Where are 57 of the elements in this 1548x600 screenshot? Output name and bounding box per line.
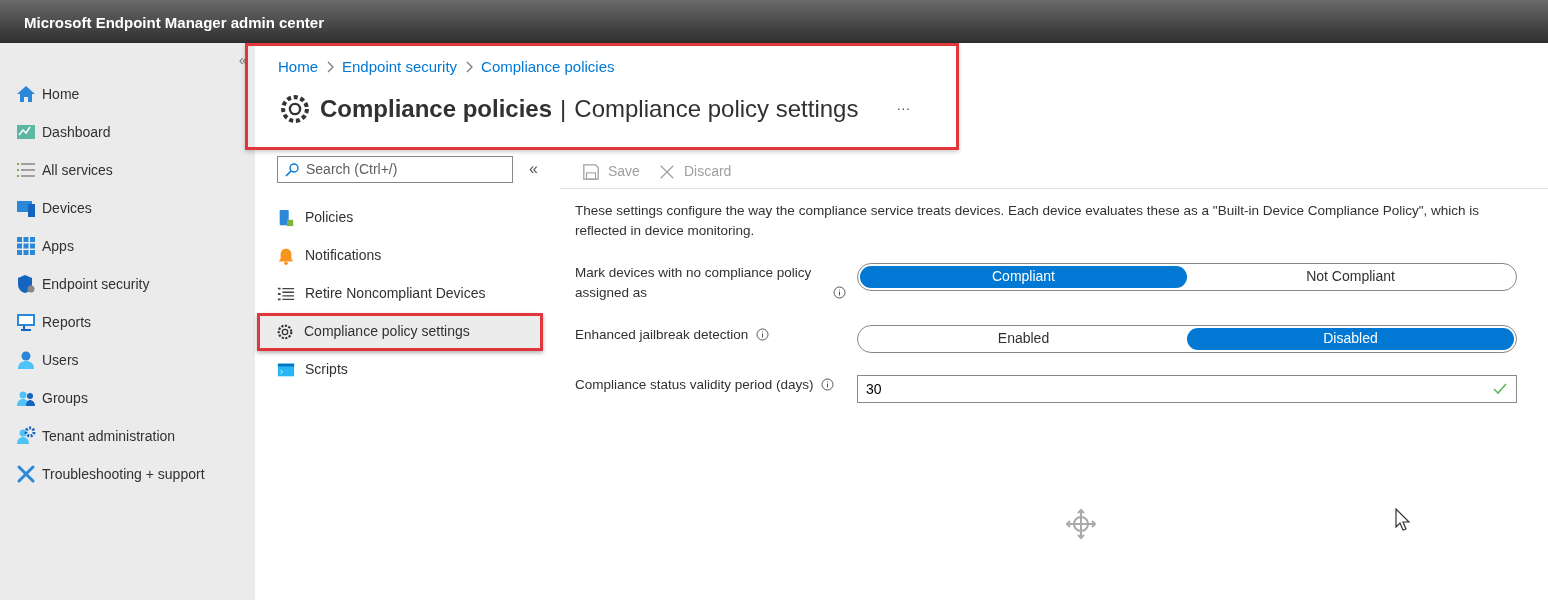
breadcrumb-link[interactable]: Compliance policies	[481, 56, 615, 79]
info-icon	[821, 378, 835, 392]
page-subtitle: Compliance policy settings	[574, 93, 859, 124]
nav-item[interactable]: Users	[16, 341, 255, 379]
user-gear-icon	[16, 426, 36, 446]
user-icon	[16, 350, 36, 370]
menu-item[interactable]: Policies	[277, 198, 560, 237]
shield-icon	[16, 274, 36, 294]
toggle-option[interactable]: Enabled	[860, 327, 1187, 350]
menu-item[interactable]: Compliance policy settings	[257, 312, 543, 351]
nav-item[interactable]: Devices	[16, 189, 255, 227]
pointer-cursor-icon	[1395, 508, 1411, 532]
monitor-icon	[16, 198, 36, 218]
page-title: Compliance policies	[320, 93, 553, 124]
home-icon	[16, 84, 36, 104]
description-text: These settings configure the way the compliance service treats devices. Each device evaluates these as a "Built-in Device Compliance Policy", which is reflected in device monitoring.	[575, 201, 1481, 240]
list-icon	[16, 160, 36, 180]
breadcrumb-link[interactable]: Home	[278, 56, 318, 79]
setting-label: Compliance status validity period (days)	[575, 375, 814, 394]
menu-item[interactable]: Notifications	[277, 236, 560, 275]
nav-item[interactable]: Troubleshooting + support	[16, 455, 255, 493]
breadcrumb-link[interactable]: Endpoint security	[342, 56, 458, 79]
nav-item[interactable]: Groups	[16, 379, 255, 417]
device-check-icon	[277, 208, 295, 227]
info-icon	[832, 286, 846, 300]
more-button[interactable]: ···	[896, 98, 911, 119]
nav-item[interactable]: Reports	[16, 303, 255, 341]
toggle-option[interactable]: Disabled	[1187, 327, 1514, 350]
title-separator: |	[560, 93, 567, 124]
menu-item[interactable]: Retire Noncompliant Devices	[277, 274, 560, 313]
setting-label: Enhanced jailbreak detection	[575, 325, 749, 344]
setting-label: Mark devices with no compliance policy assigned as	[575, 263, 813, 302]
dashboard-icon	[16, 122, 36, 142]
toggle-option[interactable]: Not Compliant	[1187, 265, 1514, 288]
tools-icon	[16, 464, 36, 484]
collapse-icon[interactable]: «	[529, 157, 538, 181]
nav-item[interactable]: Home	[16, 75, 255, 113]
nav-item[interactable]: Apps	[16, 227, 255, 265]
monitor-chart-icon	[16, 312, 36, 332]
chevron-icon	[326, 61, 334, 74]
nav-item[interactable]: Endpoint security	[16, 265, 255, 303]
search-icon	[285, 162, 299, 177]
nav-item[interactable]: All services	[16, 151, 255, 189]
toggle-option[interactable]: Compliant	[860, 265, 1187, 288]
menu-item[interactable]: Scripts	[277, 350, 560, 389]
nav-item[interactable]: Tenant administration	[16, 417, 255, 455]
save-icon	[582, 162, 600, 181]
settings-icon	[276, 322, 294, 341]
nav-item[interactable]: Dashboard	[16, 113, 255, 151]
text-field[interactable]: 30	[857, 374, 1517, 403]
search-field[interactable]: Search (Ctrl+/)	[277, 155, 513, 183]
chevron-icon	[465, 61, 474, 74]
info-icon	[756, 328, 770, 342]
bell-icon	[277, 246, 295, 265]
move-cursor-icon	[1064, 507, 1098, 541]
window-title: Microsoft Endpoint Manager admin center	[0, 0, 1548, 43]
grid-icon	[16, 236, 36, 256]
